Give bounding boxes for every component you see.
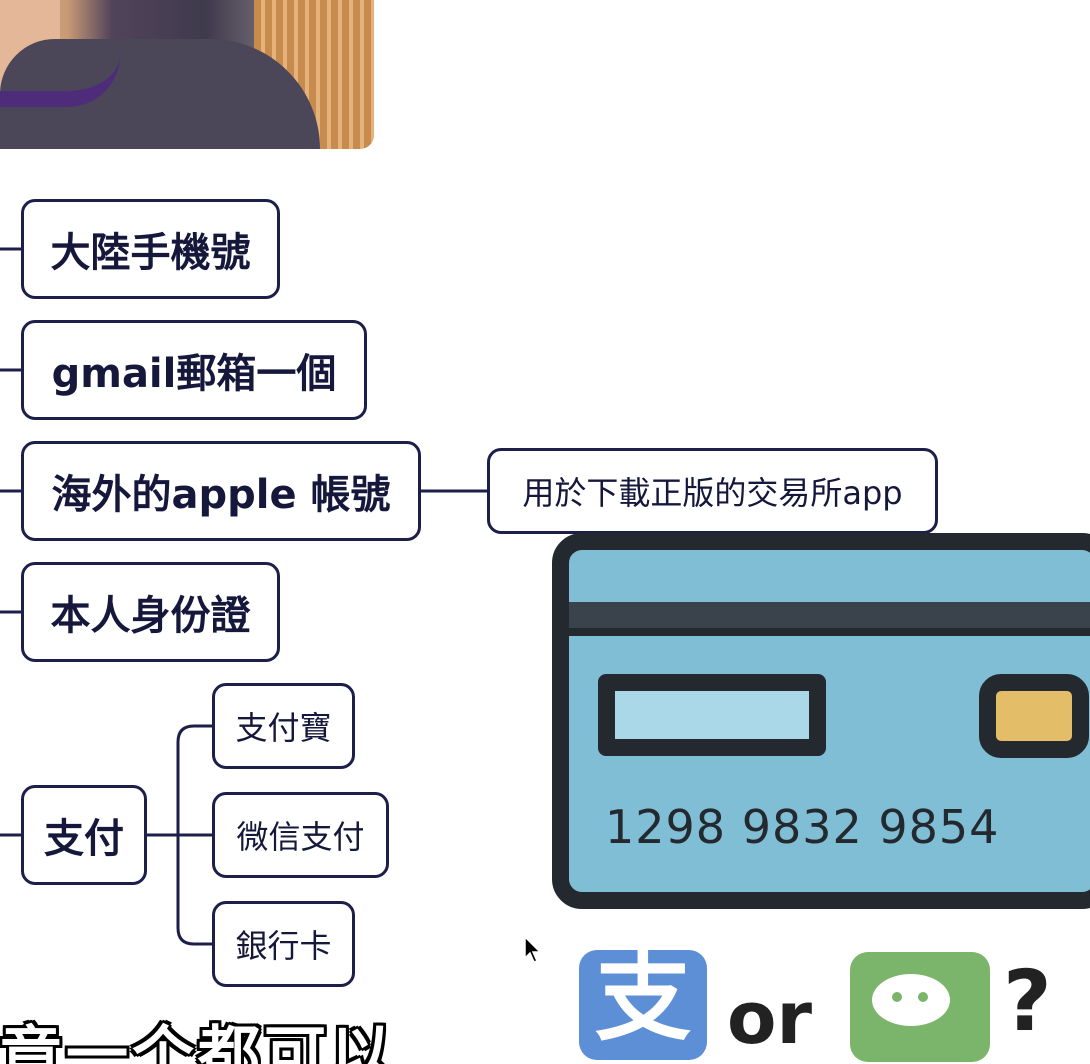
node-wechat-pay: 微信支付 (212, 792, 389, 878)
payment-options: 支 or ? (575, 946, 1090, 1062)
node-label: 用於下載正版的交易所app (522, 474, 903, 512)
card-field (598, 674, 826, 756)
node-label: 支付寶 (235, 709, 332, 747)
mouse-cursor-icon (524, 936, 542, 963)
node-mainland-phone: 大陸手機號 (21, 199, 280, 299)
node-payment: 支付 (21, 785, 147, 885)
node-gmail: gmail郵箱一個 (21, 320, 367, 420)
node-label: 大陸手機號 (50, 230, 251, 276)
question-mark: ? (1003, 952, 1052, 1050)
wechat-bubble (872, 974, 950, 1026)
video-subtitle: 竟一个都可以 (0, 1018, 397, 1064)
node-apple-child: 用於下載正版的交易所app (487, 448, 938, 534)
node-label: 本人身份證 (50, 593, 251, 639)
credit-card-icon: 1298 9832 9854 (552, 533, 1090, 909)
node-label: 支付 (44, 816, 124, 862)
alipay-icon: 支 (579, 950, 707, 1060)
node-bank-card: 銀行卡 (212, 901, 355, 987)
card-chip (979, 674, 1089, 758)
node-id-card: 本人身份證 (21, 562, 280, 662)
or-text: or (727, 976, 812, 1060)
alipay-glyph: 支 (595, 942, 691, 1054)
node-label: 銀行卡 (235, 927, 332, 965)
node-label: 海外的apple 帳號 (51, 472, 391, 518)
node-alipay: 支付寶 (212, 683, 355, 769)
node-apple-account: 海外的apple 帳號 (21, 441, 421, 541)
card-number: 1298 9832 9854 (605, 800, 1000, 854)
node-label: 微信支付 (236, 818, 365, 856)
magnetic-strip (569, 602, 1090, 636)
node-label: gmail郵箱一個 (51, 351, 337, 397)
